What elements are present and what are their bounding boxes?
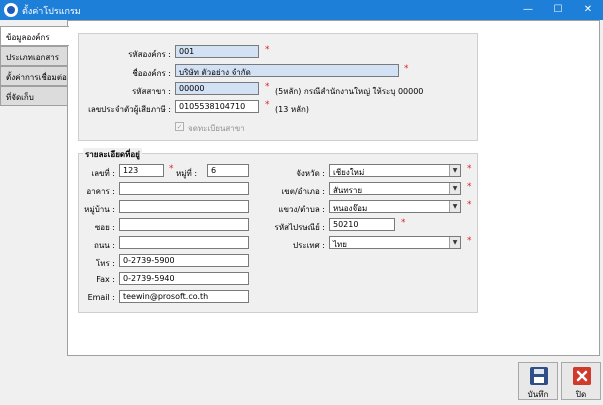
close-button-label: ปิด xyxy=(575,390,587,399)
house-no-field[interactable]: 123 xyxy=(119,164,164,177)
save-button-label: บันทึก xyxy=(527,390,549,399)
org-code-label: รหัสองค์กร : xyxy=(128,50,171,59)
close-x-icon xyxy=(573,367,591,385)
soi-field[interactable] xyxy=(119,218,249,231)
tax-id-field[interactable]: 0105538104710 xyxy=(175,100,259,113)
tab-document-types[interactable]: ประเภทเอกสาร xyxy=(0,46,68,66)
chevron-down-icon[interactable]: ▼ xyxy=(449,201,460,212)
save-button[interactable]: บันทึก xyxy=(518,362,558,400)
tab-connection-settings[interactable]: ตั้งค่าการเชื่อมต่อ xyxy=(0,66,68,86)
phone-label: โทร : xyxy=(95,259,115,268)
chevron-down-icon[interactable]: ▼ xyxy=(449,183,460,194)
house-no-label: เลขที่ : xyxy=(91,169,115,178)
building-label: อาคาร : xyxy=(86,187,115,196)
province-required: * xyxy=(467,164,472,174)
district-required: * xyxy=(467,182,472,192)
org-name-label: ชื่อองค์กร : xyxy=(132,69,171,78)
address-group-title: รายละเอียดที่อยู่ xyxy=(83,148,142,161)
subdistrict-value: หนองจ๊อม xyxy=(333,204,368,213)
road-label: ถนน : xyxy=(93,241,115,250)
subdistrict-label: แขวง/ตำบล : xyxy=(278,205,325,214)
phone-field[interactable]: 0-2739-5900 xyxy=(119,254,249,267)
org-name-field[interactable]: บริษัท ตัวอย่าง จำกัด xyxy=(175,64,399,77)
fax-label: Fax : xyxy=(96,275,115,284)
district-dropdown[interactable]: สันทราย ▼ xyxy=(329,182,461,195)
subdistrict-dropdown[interactable]: หนองจ๊อม ▼ xyxy=(329,200,461,213)
tab-organization[interactable]: ข้อมูลองค์กร xyxy=(0,26,69,46)
building-field[interactable] xyxy=(119,182,249,195)
content-area: รหัสองค์กร : 001 * ชื่อองค์กร : บริษัท ต… xyxy=(67,20,600,356)
subdistrict-required: * xyxy=(467,200,472,210)
title-bar: ตั้งค่าโปรแกรม — ☐ ✕ xyxy=(0,0,603,20)
register-branch-checkbox[interactable]: ✓ xyxy=(175,122,184,131)
country-label: ประเทศ : xyxy=(293,241,325,250)
email-label: Email : xyxy=(87,293,115,302)
organization-panel: รหัสองค์กร : 001 * ชื่อองค์กร : บริษัท ต… xyxy=(78,33,478,141)
close-button[interactable]: ปิด xyxy=(561,362,601,400)
tab-storage[interactable]: ที่จัดเก็บ xyxy=(0,86,68,106)
country-dropdown[interactable]: ไทย ▼ xyxy=(329,236,461,249)
branch-code-label: รหัสสาขา : xyxy=(131,87,171,96)
country-value: ไทย xyxy=(333,240,347,249)
window-title: ตั้งค่าโปรแกรม xyxy=(22,7,81,17)
moo-field[interactable]: 6 xyxy=(207,164,249,177)
postcode-label: รหัสไปรษณีย์ : xyxy=(274,223,325,232)
tax-id-hint: (13 หลัก) xyxy=(275,105,309,114)
soi-label: ซอย : xyxy=(94,223,115,232)
village-label: หมู่บ้าน : xyxy=(84,205,115,214)
app-icon xyxy=(4,3,18,17)
postcode-field[interactable]: 50210 xyxy=(329,218,395,231)
village-field[interactable] xyxy=(119,200,249,213)
province-dropdown[interactable]: เชียงใหม่ ▼ xyxy=(329,164,461,177)
province-label: จังหวัด : xyxy=(296,169,325,178)
province-value: เชียงใหม่ xyxy=(333,168,365,177)
address-panel: รายละเอียดที่อยู่ เลขที่ : 123 * หมู่ที่… xyxy=(78,148,478,313)
chevron-down-icon[interactable]: ▼ xyxy=(449,165,460,176)
postcode-required: * xyxy=(401,218,406,228)
district-value: สันทราย xyxy=(333,186,363,195)
branch-code-required: * xyxy=(265,82,270,92)
tax-id-required: * xyxy=(265,100,270,110)
org-name-required: * xyxy=(404,64,409,74)
branch-code-field[interactable]: 00000 xyxy=(175,82,259,95)
road-field[interactable] xyxy=(119,236,249,249)
house-no-required: * xyxy=(169,164,174,174)
org-code-required: * xyxy=(265,45,270,55)
maximize-button[interactable]: ☐ xyxy=(543,0,573,20)
tax-id-label: เลขประจำตัวผู้เสียภาษี : xyxy=(88,105,171,114)
minimize-button[interactable]: — xyxy=(513,0,543,20)
org-code-field[interactable]: 001 xyxy=(175,45,259,58)
save-disk-icon xyxy=(530,367,548,385)
branch-code-hint: (5หลัก) กรณีสำนักงานใหญ่ ให้ระบุ 00000 xyxy=(275,87,424,96)
fax-field[interactable]: 0-2739-5940 xyxy=(119,272,249,285)
moo-label: หมู่ที่ : xyxy=(176,169,198,178)
country-required: * xyxy=(467,236,472,246)
district-label: เขต/อำเภอ : xyxy=(281,187,325,196)
chevron-down-icon[interactable]: ▼ xyxy=(449,237,460,248)
register-branch-label: จดทะเบียนสาขา xyxy=(188,124,245,133)
close-window-button[interactable]: ✕ xyxy=(573,0,603,20)
email-field[interactable]: teewin@prosoft.co.th xyxy=(119,290,249,303)
